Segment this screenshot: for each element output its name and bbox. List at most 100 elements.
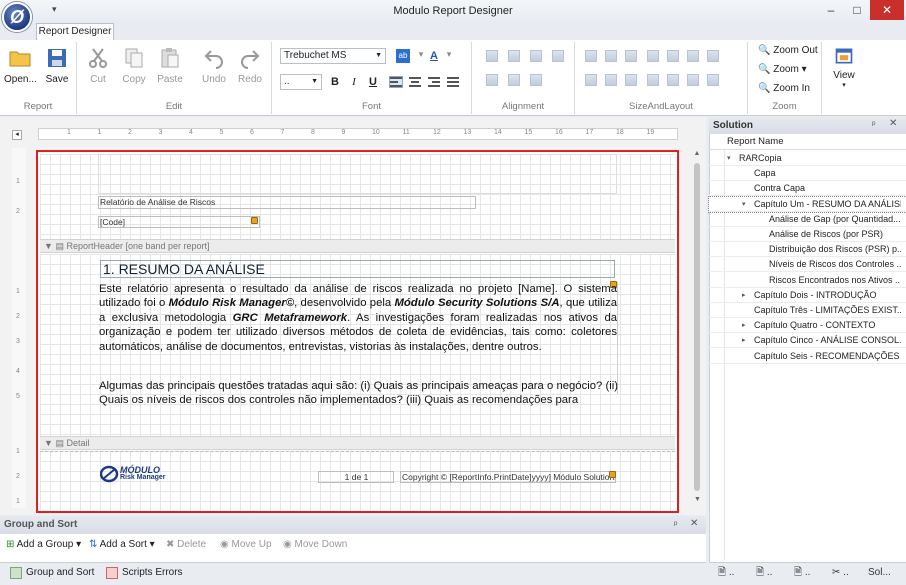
ruler-toggle-icon[interactable]: ◂ — [12, 130, 22, 140]
close-button[interactable]: ✕ — [870, 0, 904, 20]
expand-arrow-icon[interactable]: ▸ — [742, 318, 746, 333]
solution-tab-3[interactable]: 🗎 .. — [794, 565, 810, 581]
solution-tree-item[interactable]: Análise de Riscos (por PSR) — [709, 227, 906, 242]
align-middles-icon[interactable] — [486, 74, 498, 86]
solution-tree-item[interactable]: Contra Capa — [709, 181, 906, 197]
section-heading[interactable]: 1. RESUMO DA ANÁLISE — [100, 260, 615, 278]
align-center-icon[interactable] — [409, 77, 421, 87]
align-bottoms-icon[interactable] — [508, 74, 520, 86]
save-button[interactable]: Save — [42, 46, 72, 85]
open-button[interactable]: Open... — [4, 46, 37, 85]
report-page[interactable]: Relatório de Análise de Riscos [Code] ▼ … — [36, 150, 679, 513]
italic-button[interactable]: I — [347, 75, 361, 89]
align-left-icon[interactable] — [389, 76, 403, 88]
solution-tab-2[interactable]: 🗎 .. — [756, 565, 772, 581]
panel-close-icon[interactable]: ✕ — [690, 518, 698, 529]
hspacing-increase-icon[interactable] — [667, 50, 679, 62]
report-header-band-label[interactable]: ▼ ▤ ReportHeader [one band per report] — [40, 239, 675, 253]
move-down-button[interactable]: ◉ Move Down — [283, 539, 347, 550]
solution-column-header[interactable]: Report Name — [709, 134, 906, 150]
summary-paragraph[interactable]: Este relatório apresenta o resultado da … — [99, 282, 618, 394]
align-to-grid-icon[interactable] — [530, 74, 542, 86]
scrollbar-thumb[interactable] — [694, 163, 700, 491]
collapse-arrow-icon[interactable]: ▾ — [727, 151, 731, 166]
align-tops-icon[interactable] — [552, 50, 564, 62]
detail-band-label[interactable]: ▼ ▤ Detail — [40, 436, 675, 450]
solution-tree-item[interactable]: ▾ Capítulo Um - RESUMO DA ANÁLISE — [708, 195, 906, 213]
solution-tree-item[interactable]: Capítulo Três - LIMITAÇÕES EXIST... — [709, 303, 906, 318]
title-field[interactable]: Relatório de Análise de Riscos — [98, 196, 476, 209]
view-button[interactable]: View ▾ — [828, 46, 860, 89]
add-group-button[interactable]: ⊞ Add a Group ▾ — [6, 539, 81, 550]
align-right-icon[interactable] — [428, 77, 440, 87]
same-size-icon[interactable] — [625, 50, 637, 62]
solution-tree-item[interactable]: ▾ RARCopia — [709, 151, 906, 166]
bring-to-front-icon[interactable] — [687, 74, 699, 86]
minimize-button[interactable]: – — [818, 0, 844, 20]
same-width-icon[interactable] — [585, 50, 597, 62]
zoom-in-button[interactable]: 🔍 Zoom In — [758, 83, 810, 94]
solution-tree-item[interactable]: ▸ Capítulo Dois - INTRODUÇÃO — [709, 288, 906, 303]
paste-button[interactable]: Paste — [155, 46, 185, 85]
font-family-select[interactable]: Trebuchet MS ▼ — [280, 48, 386, 64]
solution-tab-4[interactable]: ✂ .. — [832, 565, 849, 581]
tab-scripts-errors[interactable]: Scripts Errors — [104, 565, 183, 581]
align-rights-icon[interactable] — [530, 50, 542, 62]
smart-tag-icon[interactable] — [609, 471, 616, 478]
copyright-field[interactable]: Copyright © [ReportInfo.PrintDate]yyyy] … — [400, 471, 616, 483]
same-height-icon[interactable] — [605, 50, 617, 62]
maximize-button[interactable]: □ — [844, 0, 870, 20]
collapse-arrow-icon[interactable]: ▾ — [742, 197, 746, 212]
solution-tree-item[interactable]: ▸ Capítulo Quatro - CONTEXTO — [709, 318, 906, 334]
detail-band[interactable]: MÓDULO Risk Manager 1 de 1 Copyright © [… — [40, 451, 675, 511]
solution-tree-item[interactable]: Análise de Gap (por Quantidad... — [709, 212, 906, 227]
hspacing-decrease-icon[interactable] — [687, 50, 699, 62]
vspacing-remove-icon[interactable] — [647, 74, 659, 86]
underline-button[interactable]: U — [366, 75, 380, 89]
fill-color-icon[interactable]: ab — [396, 49, 410, 63]
solution-tab-1[interactable]: 🗎 .. — [718, 565, 734, 581]
report-header-band[interactable]: 1. RESUMO DA ANÁLISE Este relatório apre… — [40, 254, 675, 438]
hspacing-remove-icon[interactable] — [707, 50, 719, 62]
delete-button[interactable]: ✖ Delete — [166, 539, 206, 550]
page-number-field[interactable]: 1 de 1 — [318, 471, 394, 483]
fill-color-dropdown-icon[interactable]: ▾ — [414, 47, 428, 61]
scroll-down-icon[interactable]: ▼ — [694, 496, 701, 503]
solution-tree-item[interactable]: Riscos Encontrados nos Ativos ... — [709, 273, 906, 288]
solution-tree-item[interactable]: Níveis de Riscos dos Controles ... — [709, 257, 906, 273]
page-header-band[interactable]: Relatório de Análise de Riscos [Code] — [40, 154, 675, 239]
cut-button[interactable]: Cut — [83, 46, 113, 85]
expand-arrow-icon[interactable]: ▸ — [742, 288, 746, 303]
modulo-logo[interactable]: MÓDULO Risk Manager — [99, 465, 172, 483]
font-color-icon[interactable]: A — [427, 49, 441, 63]
send-to-back-icon[interactable] — [707, 74, 719, 86]
align-justify-icon[interactable] — [447, 77, 459, 87]
collapse-icon[interactable]: ▼ — [44, 438, 53, 448]
header-container[interactable] — [98, 154, 617, 194]
redo-button[interactable]: Redo — [235, 46, 265, 85]
scroll-up-icon[interactable]: ▲ — [692, 150, 702, 157]
vspacing-decrease-icon[interactable] — [625, 74, 637, 86]
vspacing-equal-icon[interactable] — [585, 74, 597, 86]
hspacing-equal-icon[interactable] — [647, 50, 659, 62]
solution-close-icon[interactable]: ✕ — [889, 118, 897, 129]
bold-button[interactable]: B — [328, 75, 342, 89]
pin-icon[interactable]: ᵖ — [674, 519, 677, 529]
tab-report-designer[interactable]: Report Designer — [36, 23, 114, 41]
copy-button[interactable]: Copy — [119, 46, 149, 85]
vspacing-increase-icon[interactable] — [605, 74, 617, 86]
smart-tag-icon[interactable] — [251, 217, 258, 224]
collapse-icon[interactable]: ▼ — [44, 241, 53, 251]
solution-tree-item[interactable]: ▸ Capítulo Cinco - ANÁLISE CONSOL... — [709, 333, 906, 349]
solution-tree-item[interactable]: Capa — [709, 166, 906, 182]
solution-tree-item[interactable]: Capítulo Seis - RECOMENDAÇÕES — [709, 349, 906, 364]
solution-tree-item[interactable]: Distribuição dos Riscos (PSR) p... — [709, 242, 906, 258]
undo-button[interactable]: Undo — [199, 46, 229, 85]
center-horizontally-icon[interactable] — [667, 74, 679, 86]
app-logo-icon[interactable]: Ø — [2, 2, 32, 32]
move-up-button[interactable]: ◉ Move Up — [220, 539, 272, 550]
expand-arrow-icon[interactable]: ▸ — [742, 333, 746, 348]
tab-group-sort[interactable]: Group and Sort — [8, 565, 94, 581]
zoom-dropdown-button[interactable]: 🔍 Zoom ▾ — [758, 64, 807, 75]
align-lefts-icon[interactable] — [486, 50, 498, 62]
